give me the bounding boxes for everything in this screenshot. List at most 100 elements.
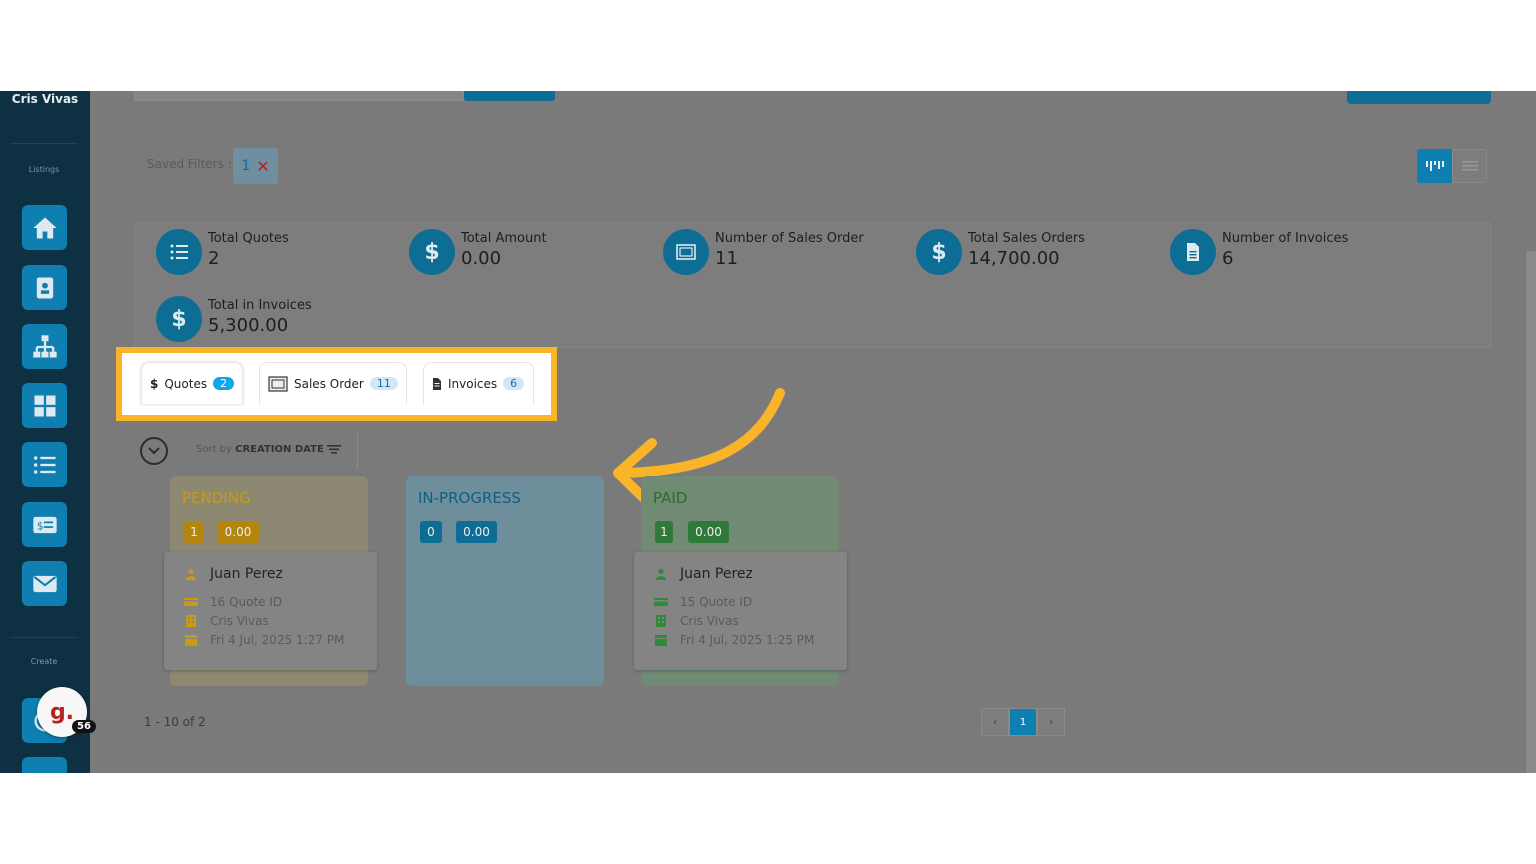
id-card-icon [654, 598, 668, 606]
building-icon [656, 615, 666, 627]
sidebar-item-mail[interactable] [22, 561, 67, 606]
saved-filters-label: Saved Filters : [147, 157, 232, 171]
sidebar-section-create: Create [30, 657, 58, 666]
card-customer-name: Juan Perez [680, 566, 753, 582]
calendar-icon [185, 635, 197, 646]
card-date: Fri 4 Jul, 2025 1:25 PM [654, 633, 814, 647]
column-amount-badge: 0.00 [456, 521, 497, 543]
tabs-highlight-box: $ Quotes 2 Sales Order 11 Invoices 6 [116, 347, 557, 421]
card-owner: Cris Vivas [654, 614, 739, 628]
stat-label: Number of Sales Order [715, 231, 864, 246]
tab-quotes[interactable]: $ Quotes 2 [141, 362, 243, 404]
stat-label: Number of Invoices [1222, 231, 1349, 246]
card-customer-name: Juan Perez [210, 566, 283, 582]
stat-label: Total in Invoices [208, 298, 312, 313]
card-quote-id-text: 16 Quote ID [210, 595, 283, 609]
column-count-badge: 1 [655, 521, 673, 543]
column-count-badge: 1 [184, 521, 204, 543]
stat-total-sales-orders: $ Total Sales Orders 14,700.00 [916, 229, 1085, 275]
sidebar-section-listings: Listings [28, 165, 60, 174]
list-lines-icon [1461, 161, 1478, 171]
card-owner-name: Cris Vivas [680, 614, 739, 628]
pagination-page-button[interactable]: 1 [1009, 708, 1037, 736]
stat-total-quotes: Total Quotes 2 [156, 229, 289, 275]
calendar-icon [655, 635, 667, 646]
dollar-icon: $ [156, 296, 202, 342]
sidebar-item-list[interactable] [22, 442, 67, 487]
sidebar-divider [10, 637, 78, 638]
stat-number-sales-order: Number of Sales Order 11 [663, 229, 864, 275]
card-quote-id: 16 Quote ID [184, 595, 282, 609]
sidebar-item-invoices[interactable]: $ [22, 502, 67, 547]
quote-card[interactable]: Juan Perez 15 Quote ID Cris Vivas Fri 4 … [634, 552, 847, 670]
card-quote-id: 15 Quote ID [654, 595, 752, 609]
card-quote-id-text: 15 Quote ID [680, 595, 753, 609]
card-customer: Juan Perez [184, 566, 283, 582]
column-title: PAID [653, 489, 688, 507]
grid-icon [34, 395, 55, 416]
sort-label[interactable]: Sort by CREATION DATE [196, 444, 341, 455]
dollar-icon: $ [409, 229, 455, 275]
invoice-icon: $ [32, 516, 57, 533]
tab-invoices[interactable]: Invoices 6 [423, 362, 534, 404]
user-icon [655, 568, 667, 580]
list-icon [156, 229, 202, 275]
document-icon [433, 377, 441, 390]
tab-count-badge: 6 [503, 377, 525, 390]
card-date-text: Fri 4 Jul, 2025 1:25 PM [680, 633, 815, 647]
page-scrollbar[interactable] [1526, 251, 1536, 773]
stat-label: Total Sales Orders [968, 231, 1085, 246]
sidebar-item-home[interactable] [22, 205, 67, 250]
card-date-text: Fri 4 Jul, 2025 1:27 PM [210, 633, 345, 647]
mail-icon [32, 575, 57, 592]
dollar-icon: $ [150, 376, 159, 391]
tab-label: Sales Order [294, 376, 364, 391]
sidebar-item-contacts[interactable] [22, 265, 67, 310]
kanban-icon [1425, 161, 1444, 171]
card-date: Fri 4 Jul, 2025 1:27 PM [184, 633, 344, 647]
stats-summary-card: Total Quotes 2 $ Total Amount 0.00 Number … [134, 222, 1491, 348]
collapse-toggle-button[interactable] [140, 437, 168, 465]
id-card-icon [184, 598, 198, 606]
pagination-prev-button[interactable]: ‹ [981, 708, 1009, 736]
tab-sales-order[interactable]: Sales Order 11 [259, 362, 407, 404]
list-icon [33, 455, 55, 474]
remove-filter-icon[interactable]: ✕ [256, 157, 269, 176]
search-input[interactable] [134, 91, 464, 101]
tab-count-badge: 2 [213, 377, 235, 390]
user-icon [185, 568, 197, 580]
saved-filter-value: 1 [241, 158, 251, 174]
column-title: IN-PROGRESS [418, 489, 521, 507]
column-in-progress: IN-PROGRESS 0 0.00 [406, 476, 604, 686]
stat-value: 0.00 [461, 248, 502, 269]
sidebar-item-dashboard[interactable] [22, 383, 67, 428]
pagination: ‹ 1 › [981, 708, 1065, 736]
sort-icon [326, 444, 341, 454]
quote-card[interactable]: Juan Perez 16 Quote ID Cris Vivas Fri 4 … [164, 552, 377, 670]
view-toggle [1417, 149, 1487, 183]
search-button[interactable] [464, 91, 555, 101]
sidebar-item-organization[interactable] [22, 324, 67, 369]
org-chart-icon [32, 334, 57, 357]
sales-order-icon [663, 229, 709, 275]
app-window: Cris Vivas Listings $ Create g. 56 Saved… [0, 91, 1536, 773]
sidebar-item-create-more[interactable] [22, 757, 67, 773]
sort-prefix: Sort by [196, 444, 232, 455]
building-icon [186, 615, 196, 627]
saved-filter-chip[interactable]: 1 ✕ [233, 148, 278, 184]
stat-label: Total Amount [461, 231, 547, 246]
column-count-badge: 0 [420, 521, 442, 543]
new-quote-button[interactable] [1347, 91, 1491, 104]
contact-card-icon [36, 277, 53, 298]
dollar-icon: $ [916, 229, 962, 275]
column-title: PENDING [182, 489, 251, 507]
stat-value: 6 [1222, 248, 1234, 269]
kanban-view-button[interactable] [1417, 149, 1452, 183]
card-owner: Cris Vivas [184, 614, 269, 628]
stat-number-invoices: Number of Invoices 6 [1170, 229, 1348, 275]
document-icon [1170, 229, 1216, 275]
column-amount-badge: 0.00 [217, 521, 259, 543]
list-view-button[interactable] [1452, 149, 1487, 183]
pagination-summary: 1 - 10 of 2 [144, 715, 206, 729]
pagination-next-button[interactable]: › [1037, 708, 1065, 736]
